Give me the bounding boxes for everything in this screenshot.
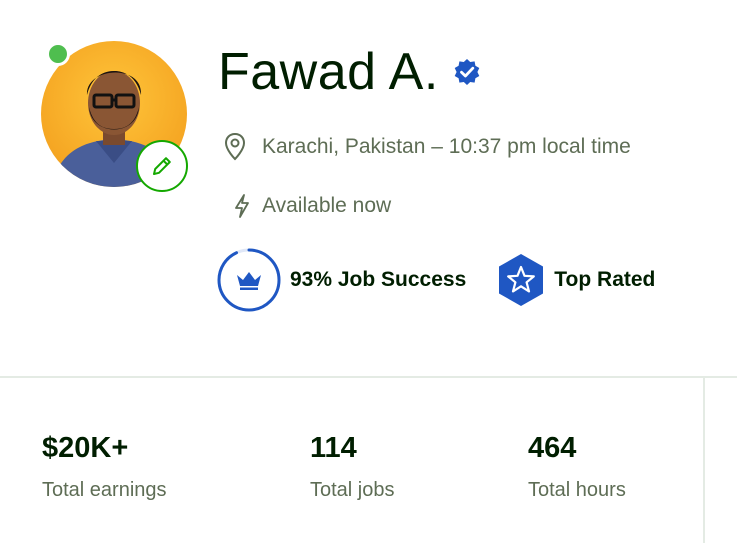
name-row: Fawad A.	[218, 40, 481, 104]
availability-row: Available now	[232, 191, 391, 221]
stat-label: Total hours	[528, 479, 626, 501]
crown-icon	[237, 272, 261, 290]
badges-row: 93% Job Success Top Rated	[216, 246, 655, 314]
edit-photo-button[interactable]	[136, 140, 188, 192]
avatar-container	[38, 38, 190, 192]
stat-label: Total earnings	[42, 479, 167, 501]
star-icon	[496, 252, 546, 308]
profile-header: Fawad A. Karachi, Pakistan – 10:37 pm lo…	[0, 0, 737, 376]
lightning-icon	[232, 191, 252, 221]
stat-total-hours: 464 Total hours	[528, 432, 626, 502]
stat-total-jobs: 114 Total jobs	[310, 432, 395, 502]
stat-value: 464	[528, 432, 577, 464]
section-divider	[0, 376, 737, 378]
verified-check-icon	[453, 58, 481, 86]
stat-value: $20K+	[42, 432, 129, 464]
pencil-icon	[153, 157, 171, 175]
location-text: Karachi, Pakistan – 10:37 pm local time	[262, 135, 631, 158]
availability-text: Available now	[262, 194, 392, 217]
freelancer-name: Fawad A.	[218, 43, 439, 101]
location-row: Karachi, Pakistan – 10:37 pm local time	[220, 132, 631, 162]
location-pin-icon	[220, 132, 250, 162]
top-rated-label: Top Rated	[554, 268, 656, 291]
stat-label: Total jobs	[310, 479, 395, 501]
stat-total-earnings: $20K+ Total earnings	[42, 432, 167, 502]
top-rated-badge[interactable]: Top Rated	[496, 252, 655, 308]
stats-row: $20K+ Total earnings 114 Total jobs 464 …	[42, 432, 702, 522]
job-success-label: 93% Job Success	[290, 268, 467, 291]
stat-value: 114	[310, 432, 357, 464]
online-status-icon	[46, 42, 70, 66]
column-divider	[703, 378, 705, 543]
job-success-badge[interactable]	[216, 247, 282, 313]
